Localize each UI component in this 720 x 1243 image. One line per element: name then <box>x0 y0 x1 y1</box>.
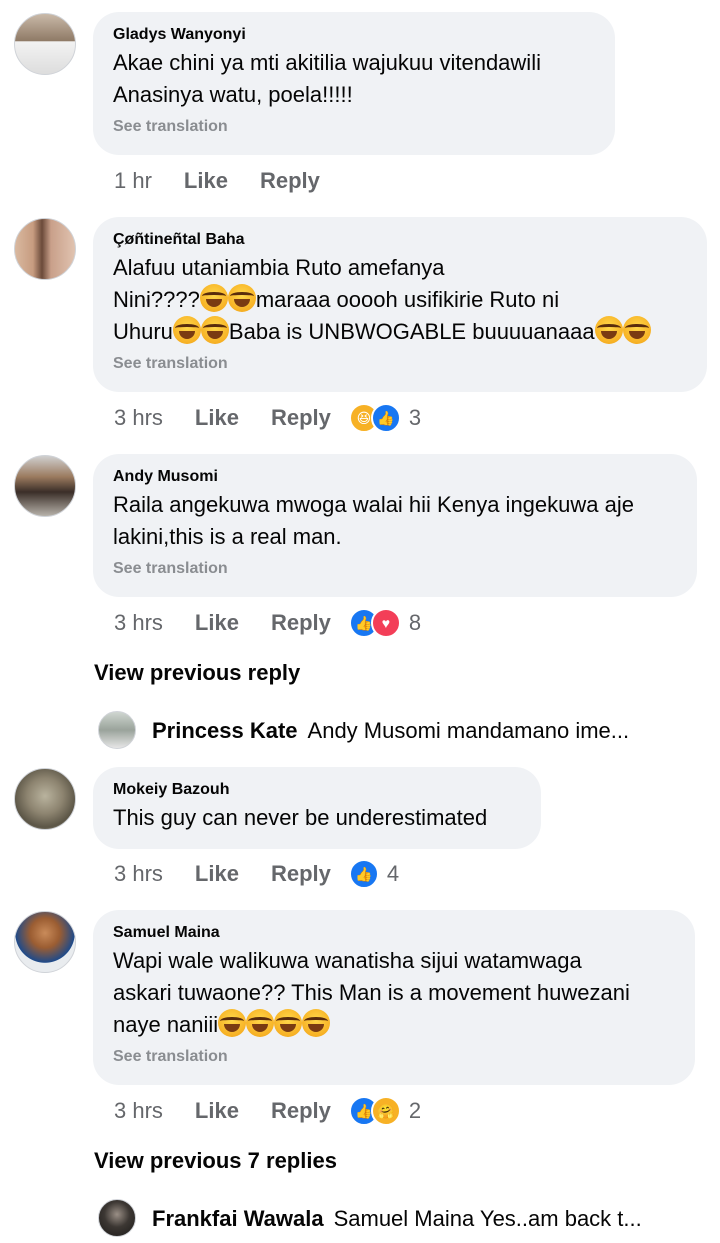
comment-text: Wapi wale walikuwa wanatisha sijui watam… <box>113 945 675 1041</box>
view-previous-replies-link[interactable]: View previous 7 replies <box>94 1148 337 1174</box>
comment-bubble: Andy Musomi Raila angekuwa mwoga walai h… <box>93 454 697 597</box>
see-translation-link[interactable]: See translation <box>113 1047 675 1067</box>
commenter-name[interactable]: Gladys Wanyonyi <box>113 25 595 45</box>
comment-fragment: Nini???? <box>113 287 200 312</box>
see-translation-link[interactable]: See translation <box>113 354 687 374</box>
reply-button[interactable]: Reply <box>260 168 320 194</box>
timestamp[interactable]: 3 hrs <box>114 405 163 431</box>
laughing-emoji-icon <box>218 1009 247 1037</box>
like-icon: 👍 <box>370 403 401 433</box>
comment-fragment: maraaa ooooh usifikirie Ruto ni <box>255 287 560 312</box>
like-button[interactable]: Like <box>195 861 239 887</box>
love-icon: ♥ <box>370 608 401 638</box>
comment-line: Raila angekuwa mwoga walai hii Kenya ing… <box>113 492 634 517</box>
like-button[interactable]: Like <box>184 168 228 194</box>
laughing-emoji-icon <box>622 316 651 344</box>
reply-author[interactable]: Princess Kate <box>152 718 298 743</box>
comment-line: naye naniii <box>113 1009 675 1041</box>
comment-text: Akae chini ya mti akitilia wajukuu viten… <box>113 47 595 111</box>
avatar[interactable] <box>14 911 76 973</box>
reply-button[interactable]: Reply <box>271 861 331 887</box>
reactions-summary[interactable]: 👍 ♥ 8 <box>348 608 422 638</box>
like-button[interactable]: Like <box>195 1098 239 1124</box>
comment-fragment: Baba is UNBWOGABLE buuuuanaaa <box>228 319 595 344</box>
comment-bubble: Samuel Maina Wapi wale walikuwa wanatish… <box>93 910 695 1085</box>
avatar[interactable] <box>14 218 76 280</box>
laughing-emoji-icon <box>246 1009 275 1037</box>
comment-actions: 3 hrs Like Reply 😆 👍 3 <box>114 403 421 433</box>
comment-bubble: Mokeiy Bazouh This guy can never be unde… <box>93 767 541 849</box>
comment-line: Anasinya watu, poela!!!!! <box>113 82 353 107</box>
see-translation-link[interactable]: See translation <box>113 559 677 579</box>
comment-text: Alafuu utaniambia Ruto amefanya Nini????… <box>113 252 687 348</box>
comment-line: Wapi wale walikuwa wanatisha sijui watam… <box>113 948 582 973</box>
reply-author[interactable]: Frankfai Wawala <box>152 1206 324 1231</box>
like-button[interactable]: Like <box>195 405 239 431</box>
comment-actions: 3 hrs Like Reply 👍 ♥ 8 <box>114 608 421 638</box>
comment-line: Nini???? maraaa ooooh usifikirie Ruto ni <box>113 284 687 316</box>
reply-button[interactable]: Reply <box>271 610 331 636</box>
reply-preview[interactable]: Frankfai Wawala Samuel Maina Yes..am back… <box>152 1206 642 1232</box>
laughing-emoji-icon <box>172 316 201 344</box>
reply-avatar[interactable] <box>98 1199 136 1237</box>
see-translation-link[interactable]: See translation <box>113 117 595 137</box>
comment-text: Raila angekuwa mwoga walai hii Kenya ing… <box>113 489 677 553</box>
commenter-name[interactable]: Mokeiy Bazouh <box>113 780 521 800</box>
reactions-summary[interactable]: 😆 👍 3 <box>348 403 422 433</box>
care-icon: 🤗 <box>370 1096 401 1126</box>
laughing-emoji-icon <box>594 316 623 344</box>
commenter-name[interactable]: Andy Musomi <box>113 467 677 487</box>
comment-bubble: Gladys Wanyonyi Akae chini ya mti akitil… <box>93 12 615 155</box>
reply-avatar[interactable] <box>98 711 136 749</box>
comment-text: This guy can never be underestimated <box>113 802 521 834</box>
laughing-emoji-icon <box>302 1009 331 1037</box>
comment-line: Akae chini ya mti akitilia wajukuu viten… <box>113 50 541 75</box>
reply-snippet: Andy Musomi mandamano ime... <box>307 718 630 743</box>
reactions-summary[interactable]: 👍 🤗 2 <box>348 1096 422 1126</box>
laughing-emoji-icon <box>199 284 228 312</box>
commenter-name[interactable]: Çøñtineñtal Baha <box>113 230 687 250</box>
timestamp[interactable]: 3 hrs <box>114 610 163 636</box>
laughing-emoji-icon <box>200 316 229 344</box>
comment-line: Alafuu utaniambia Ruto amefanya <box>113 255 445 280</box>
timestamp[interactable]: 1 hr <box>114 168 152 194</box>
comment-line: lakini,this is a real man. <box>113 524 342 549</box>
laughing-emoji-icon <box>274 1009 303 1037</box>
reply-button[interactable]: Reply <box>271 405 331 431</box>
laughing-emoji-icon <box>227 284 256 312</box>
comment-actions: 1 hr Like Reply <box>114 166 338 196</box>
comment-actions: 3 hrs Like Reply 👍 🤗 2 <box>114 1096 421 1126</box>
avatar[interactable] <box>14 768 76 830</box>
like-icon: 👍 <box>348 859 379 889</box>
reaction-count: 2 <box>408 1098 422 1123</box>
timestamp[interactable]: 3 hrs <box>114 1098 163 1124</box>
timestamp[interactable]: 3 hrs <box>114 861 163 887</box>
comment-line: This guy can never be underestimated <box>113 805 488 830</box>
avatar[interactable] <box>14 13 76 75</box>
comment-actions: 3 hrs Like Reply 👍 4 <box>114 859 399 889</box>
comment-line: Uhuru Baba is UNBWOGABLE buuuuanaaa <box>113 316 687 348</box>
reply-snippet: Samuel Maina Yes..am back t... <box>333 1206 642 1231</box>
comment-bubble: Çøñtineñtal Baha Alafuu utaniambia Ruto … <box>93 217 707 392</box>
view-previous-replies-link[interactable]: View previous reply <box>94 660 300 686</box>
comment-fragment: Uhuru <box>113 319 173 344</box>
reply-button[interactable]: Reply <box>271 1098 331 1124</box>
comment-fragment: naye naniii <box>113 1012 219 1037</box>
avatar[interactable] <box>14 455 76 517</box>
comment-line: askari tuwaone?? This Man is a movement … <box>113 980 630 1005</box>
reaction-count: 4 <box>386 861 400 886</box>
like-button[interactable]: Like <box>195 610 239 636</box>
commenter-name[interactable]: Samuel Maina <box>113 923 675 943</box>
reaction-count: 3 <box>408 405 422 430</box>
reply-preview[interactable]: Princess Kate Andy Musomi mandamano ime..… <box>152 718 629 744</box>
reaction-count: 8 <box>408 610 422 635</box>
reactions-summary[interactable]: 👍 4 <box>348 859 400 889</box>
